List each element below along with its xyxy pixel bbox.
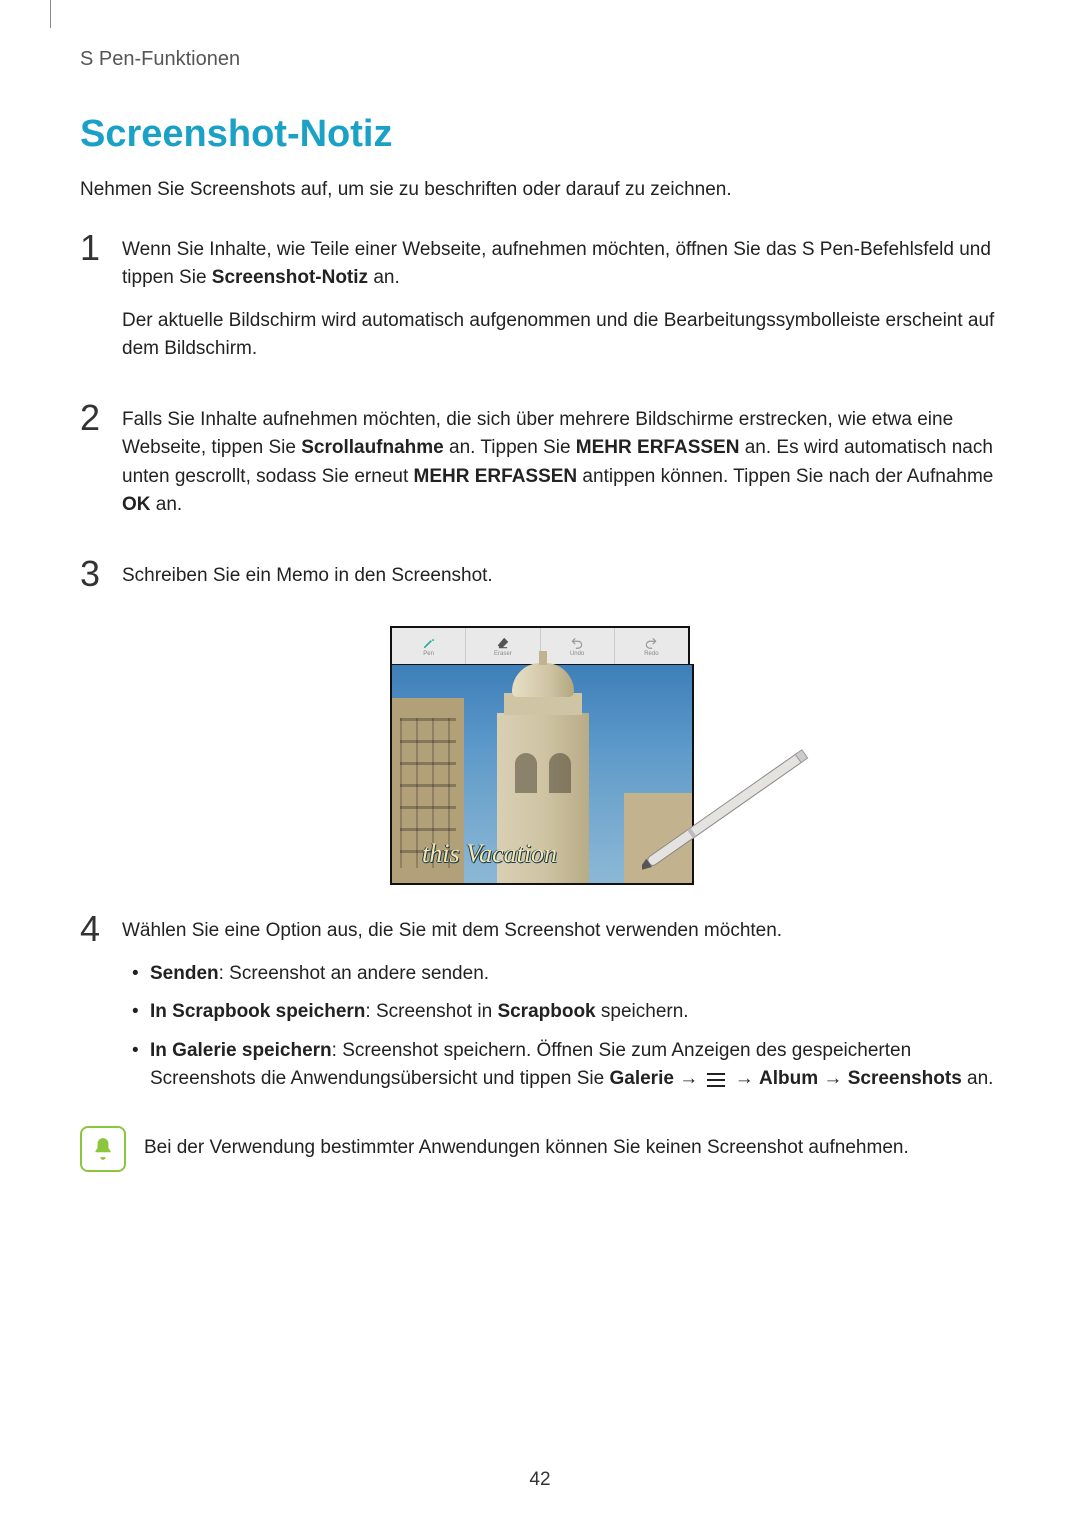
- dome-shape: [512, 663, 574, 697]
- step-number-4: 4: [80, 911, 122, 947]
- text: →: [674, 1068, 704, 1089]
- undo-icon: [570, 636, 584, 650]
- bold-text: Scrapbook: [497, 1001, 595, 1022]
- stylus-pen-icon: [642, 737, 822, 877]
- tool-undo-label: Undo: [570, 651, 584, 657]
- screenshot-photo: this Vacation: [390, 664, 694, 885]
- text: →: [818, 1068, 848, 1089]
- page-title: Screenshot-Notiz: [80, 113, 1000, 156]
- tool-pen: Pen: [392, 628, 466, 664]
- step-1-p1: Wenn Sie Inhalte, wie Teile einer Websei…: [122, 236, 1000, 293]
- text: an.: [962, 1068, 994, 1089]
- hamburger-menu-icon: [706, 1072, 726, 1088]
- note-text: Bei der Verwendung bestimmter Anwendunge…: [144, 1126, 909, 1163]
- tool-redo: Redo: [615, 628, 688, 664]
- text: an. Tippen Sie: [444, 437, 576, 458]
- handwriting-text: this Vacation: [422, 839, 557, 869]
- bold-text: Album: [759, 1068, 818, 1089]
- step-3-p: Schreiben Sie ein Memo in den Screenshot…: [122, 562, 493, 591]
- step-4-body: Wählen Sie eine Option aus, die Sie mit …: [122, 911, 1000, 1104]
- page-crop-mark: [50, 0, 51, 28]
- step-4-p: Wählen Sie eine Option aus, die Sie mit …: [122, 917, 1000, 946]
- note-box: Bei der Verwendung bestimmter Anwendunge…: [80, 1126, 1000, 1172]
- step-3: 3 Schreiben Sie ein Memo in den Screensh…: [80, 556, 1000, 605]
- figure-container: Pen Eraser Undo Redo: [80, 626, 1000, 885]
- step-number-2: 2: [80, 400, 122, 436]
- pen-icon: [422, 636, 436, 650]
- bold-text: Screenshot-Notiz: [212, 267, 368, 288]
- tool-pen-label: Pen: [423, 651, 434, 657]
- redo-icon: [644, 636, 658, 650]
- step-2-p: Falls Sie Inhalte aufnehmen möchten, die…: [122, 406, 1000, 520]
- section-label: S Pen-Funktionen: [80, 48, 1000, 71]
- tool-redo-label: Redo: [644, 651, 658, 657]
- step-1: 1 Wenn Sie Inhalte, wie Teile einer Webs…: [80, 230, 1000, 378]
- step-2-body: Falls Sie Inhalte aufnehmen möchten, die…: [122, 400, 1000, 534]
- bell-icon: [90, 1136, 116, 1162]
- screenshot-figure: Pen Eraser Undo Redo: [390, 626, 690, 885]
- page-number: 42: [0, 1469, 1080, 1491]
- tool-eraser-label: Eraser: [494, 651, 512, 657]
- text: an.: [151, 494, 183, 515]
- options-list: Senden: Screenshot an andere senden. In …: [122, 960, 1000, 1094]
- bold-text: MEHR ERFASSEN: [414, 466, 578, 487]
- text: speichern.: [596, 1001, 689, 1022]
- bold-text: In Galerie speichern: [150, 1040, 332, 1061]
- step-1-body: Wenn Sie Inhalte, wie Teile einer Websei…: [122, 230, 1000, 378]
- note-bell-icon: [80, 1126, 126, 1172]
- step-number-3: 3: [80, 556, 122, 592]
- tool-undo: Undo: [541, 628, 615, 664]
- bold-text: MEHR ERFASSEN: [576, 437, 740, 458]
- step-number-1: 1: [80, 230, 122, 266]
- bold-text: In Scrapbook speichern: [150, 1001, 365, 1022]
- step-2: 2 Falls Sie Inhalte aufnehmen möchten, d…: [80, 400, 1000, 534]
- text: →: [729, 1068, 759, 1089]
- bold-text: Screenshots: [848, 1068, 962, 1089]
- page-content: S Pen-Funktionen Screenshot-Notiz Nehmen…: [0, 0, 1080, 1172]
- step-4: 4 Wählen Sie eine Option aus, die Sie mi…: [80, 911, 1000, 1104]
- tool-eraser: Eraser: [466, 628, 540, 664]
- bold-text: OK: [122, 494, 151, 515]
- text: an.: [368, 267, 400, 288]
- text: antippen können. Tippen Sie nach der Auf…: [577, 466, 993, 487]
- option-send: Senden: Screenshot an andere senden.: [122, 960, 1000, 989]
- text: : Screenshot in: [365, 1001, 497, 1022]
- option-gallery: In Galerie speichern: Screenshot speiche…: [122, 1037, 1000, 1094]
- intro-paragraph: Nehmen Sie Screenshots auf, um sie zu be…: [80, 176, 1000, 204]
- text: : Screenshot an andere senden.: [219, 963, 489, 984]
- step-1-p2: Der aktuelle Bildschirm wird automatisch…: [122, 307, 1000, 364]
- bold-text: Galerie: [609, 1068, 673, 1089]
- eraser-icon: [496, 636, 510, 650]
- bold-text: Senden: [150, 963, 219, 984]
- option-scrapbook: In Scrapbook speichern: Screenshot in Sc…: [122, 998, 1000, 1027]
- bold-text: Scrollaufnahme: [301, 437, 444, 458]
- step-3-body: Schreiben Sie ein Memo in den Screenshot…: [122, 556, 493, 605]
